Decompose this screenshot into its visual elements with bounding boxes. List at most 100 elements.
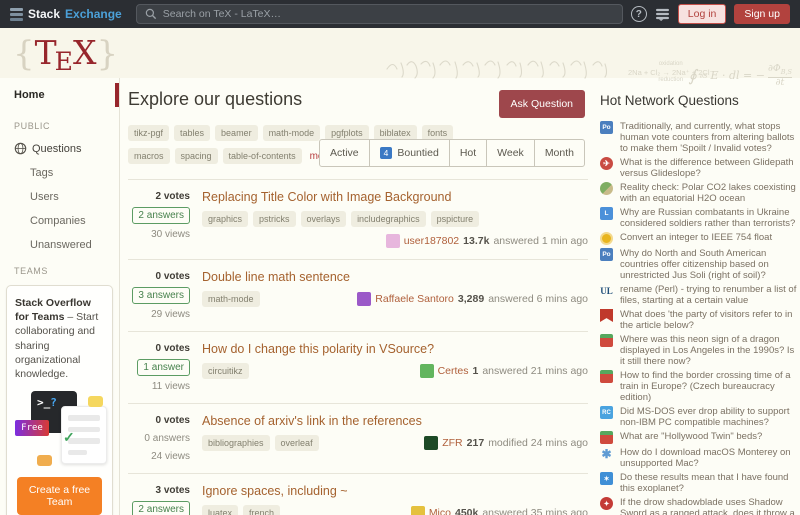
question-row: 0 votes 1 answer 11 views How do I chang… bbox=[128, 332, 588, 404]
aviation-site-icon: ✈ bbox=[600, 157, 613, 170]
site-switcher-icon[interactable] bbox=[655, 8, 670, 21]
hot-question-link[interactable]: How to find the border crossing time of … bbox=[620, 370, 797, 403]
filter-active[interactable]: Active bbox=[320, 140, 369, 166]
question-title-link[interactable]: Replacing Title Color with Image Backgro… bbox=[202, 190, 588, 204]
sidebar-item-tags[interactable]: Tags bbox=[0, 161, 119, 185]
tag-link[interactable]: beamer bbox=[215, 125, 258, 141]
sidebar-item-questions[interactable]: Questions bbox=[0, 136, 119, 161]
question-title-link[interactable]: Double line math sentence bbox=[202, 270, 588, 284]
hot-question-link[interactable]: Why do North and South American countrie… bbox=[620, 248, 797, 281]
logo-letter-x: X bbox=[73, 33, 97, 72]
hot-question-link[interactable]: Reality check: Polar CO2 lakes coexistin… bbox=[620, 182, 797, 204]
tag-link[interactable]: table-of-contents bbox=[223, 148, 302, 164]
check-icon: ✓ bbox=[63, 429, 75, 446]
tag-link[interactable]: macros bbox=[128, 148, 170, 164]
avatar[interactable] bbox=[420, 364, 434, 378]
travel-site-icon bbox=[600, 334, 613, 347]
tag-link[interactable]: pstricks bbox=[253, 211, 296, 227]
hot-question-link[interactable]: What does 'the party of visitors refer t… bbox=[620, 309, 797, 331]
user-link[interactable]: Certes bbox=[438, 365, 469, 377]
politics-site-icon: Po bbox=[600, 121, 613, 134]
question-meta: Certes 1 answered 21 mins ago bbox=[420, 364, 588, 378]
hot-question-link[interactable]: What is the difference between Glidepath… bbox=[620, 157, 797, 179]
search-box[interactable] bbox=[136, 4, 623, 24]
hot-question-link[interactable]: How do I download macOS Monterey on unsu… bbox=[620, 447, 797, 469]
filter-month[interactable]: Month bbox=[534, 140, 584, 166]
teams-promo-text: Stack Overflow for Teams – Start collabo… bbox=[15, 296, 104, 381]
tag-link[interactable]: bibliographies bbox=[202, 435, 270, 451]
filter-bountied[interactable]: 4Bountied bbox=[369, 140, 449, 166]
tag-link[interactable]: overleaf bbox=[275, 435, 319, 451]
view-count: 29 views bbox=[151, 309, 190, 320]
hot-network-questions: Hot Network Questions Po Traditionally, … bbox=[600, 78, 797, 515]
teams-promo-card: Stack Overflow for Teams – Start collabo… bbox=[6, 285, 113, 515]
user-link[interactable]: Mico bbox=[429, 507, 451, 515]
ask-question-button[interactable]: Ask Question bbox=[499, 90, 585, 118]
hot-question-link[interactable]: What are "Hollywood Twin" beds? bbox=[620, 431, 762, 444]
tag-link[interactable]: overlays bbox=[301, 211, 347, 227]
hot-question-link[interactable]: Why are Russian combatants in Ukraine co… bbox=[620, 207, 797, 229]
user-link[interactable]: user187802 bbox=[404, 235, 459, 247]
stackexchange-logo[interactable]: Stack Exchange bbox=[10, 7, 122, 21]
answer-count: 0 answers bbox=[144, 431, 190, 446]
question-title-link[interactable]: Absence of arxiv's link in the reference… bbox=[202, 414, 588, 428]
logo-text-exchange: Exchange bbox=[65, 7, 122, 21]
sidebar-item-unanswered[interactable]: Unanswered bbox=[0, 233, 119, 257]
log-in-button[interactable]: Log in bbox=[678, 4, 727, 24]
hot-question-link[interactable]: rename (Perl) - trying to renumber a lis… bbox=[620, 284, 797, 306]
hot-question-link[interactable]: Did MS-DOS ever drop ability to support … bbox=[620, 406, 797, 428]
hot-question-item: ✱ How do I download macOS Monterey on un… bbox=[600, 447, 797, 469]
tag-link[interactable]: tables bbox=[174, 125, 210, 141]
hot-question-link[interactable]: Where was this neon sign of a dragon dis… bbox=[620, 334, 797, 367]
filter-week[interactable]: Week bbox=[486, 140, 534, 166]
tag-link[interactable]: spacing bbox=[175, 148, 218, 164]
fraction-numerator: ∂Φ bbox=[768, 63, 781, 74]
avatar[interactable] bbox=[411, 506, 425, 515]
create-free-team-button[interactable]: Create a free Team bbox=[17, 477, 102, 515]
sidebar-item-home[interactable]: Home bbox=[0, 78, 119, 112]
tag-link[interactable]: graphics bbox=[202, 211, 248, 227]
avatar[interactable] bbox=[424, 436, 438, 450]
user-link[interactable]: Raffaele Santoro bbox=[375, 293, 454, 305]
user-link[interactable]: ZFR bbox=[442, 437, 462, 449]
literature-site-icon bbox=[600, 309, 613, 322]
user-reputation: 1 bbox=[473, 365, 479, 377]
hot-question-link[interactable]: Do these results mean that I have found … bbox=[620, 472, 797, 494]
tag-link[interactable]: tikz-pgf bbox=[128, 125, 169, 141]
activity-time: answered 6 mins ago bbox=[488, 293, 588, 305]
tag-link[interactable]: math-mode bbox=[202, 291, 260, 307]
search-input[interactable] bbox=[163, 8, 614, 20]
question-title-link[interactable]: How do I change this polarity in VSource… bbox=[202, 342, 588, 356]
hot-question-item: ✈ What is the difference between Glidepa… bbox=[600, 157, 797, 179]
user-reputation: 3,289 bbox=[458, 293, 484, 305]
sidebar-item-companies[interactable]: Companies bbox=[0, 209, 119, 233]
question-stats: 2 votes 2 answers 30 views bbox=[128, 189, 190, 248]
hot-question-link[interactable]: If the drow shadowblade uses Shadow Swor… bbox=[620, 497, 797, 515]
teams-illustration: >_? Free ✓ bbox=[15, 391, 104, 471]
hot-question-item: UL rename (Perl) - trying to renumber a … bbox=[600, 284, 797, 306]
tag-link[interactable]: luatex bbox=[202, 505, 238, 515]
sidebar-item-users[interactable]: Users bbox=[0, 185, 119, 209]
bountied-count-badge: 4 bbox=[380, 147, 393, 159]
activity-time: answered 1 min ago bbox=[493, 235, 588, 247]
tag-link[interactable]: math-mode bbox=[263, 125, 321, 141]
answer-count-badge: 1 answer bbox=[137, 359, 190, 376]
question-meta: Raffaele Santoro 3,289 answered 6 mins a… bbox=[357, 292, 588, 306]
tag-link[interactable]: pspicture bbox=[431, 211, 480, 227]
avatar[interactable] bbox=[386, 234, 400, 248]
tex-site-logo[interactable]: {TEX} bbox=[13, 30, 118, 85]
filter-hot[interactable]: Hot bbox=[449, 140, 486, 166]
tag-link[interactable]: french bbox=[243, 505, 280, 515]
logo-text-stack: Stack bbox=[28, 7, 60, 21]
fraction-numerator-subscript: B,S bbox=[781, 68, 792, 76]
sign-up-button[interactable]: Sign up bbox=[734, 4, 790, 24]
question-title-link[interactable]: Ignore spaces, including ~ bbox=[202, 484, 588, 498]
help-icon[interactable]: ? bbox=[631, 6, 647, 22]
hot-question-item: Reality check: Polar CO2 lakes coexistin… bbox=[600, 182, 797, 204]
avatar[interactable] bbox=[357, 292, 371, 306]
tag-link[interactable]: circuitikz bbox=[202, 363, 249, 379]
hot-question-link[interactable]: Convert an integer to IEEE 754 float bbox=[620, 232, 772, 245]
hot-question-link[interactable]: Traditionally, and currently, what stops… bbox=[620, 121, 797, 154]
tag-link[interactable]: includegraphics bbox=[351, 211, 426, 227]
site-header: {TEX} oxidation 2Na + Cl₂ → 2Na⁺ + 2Cl⁻ … bbox=[0, 28, 800, 78]
